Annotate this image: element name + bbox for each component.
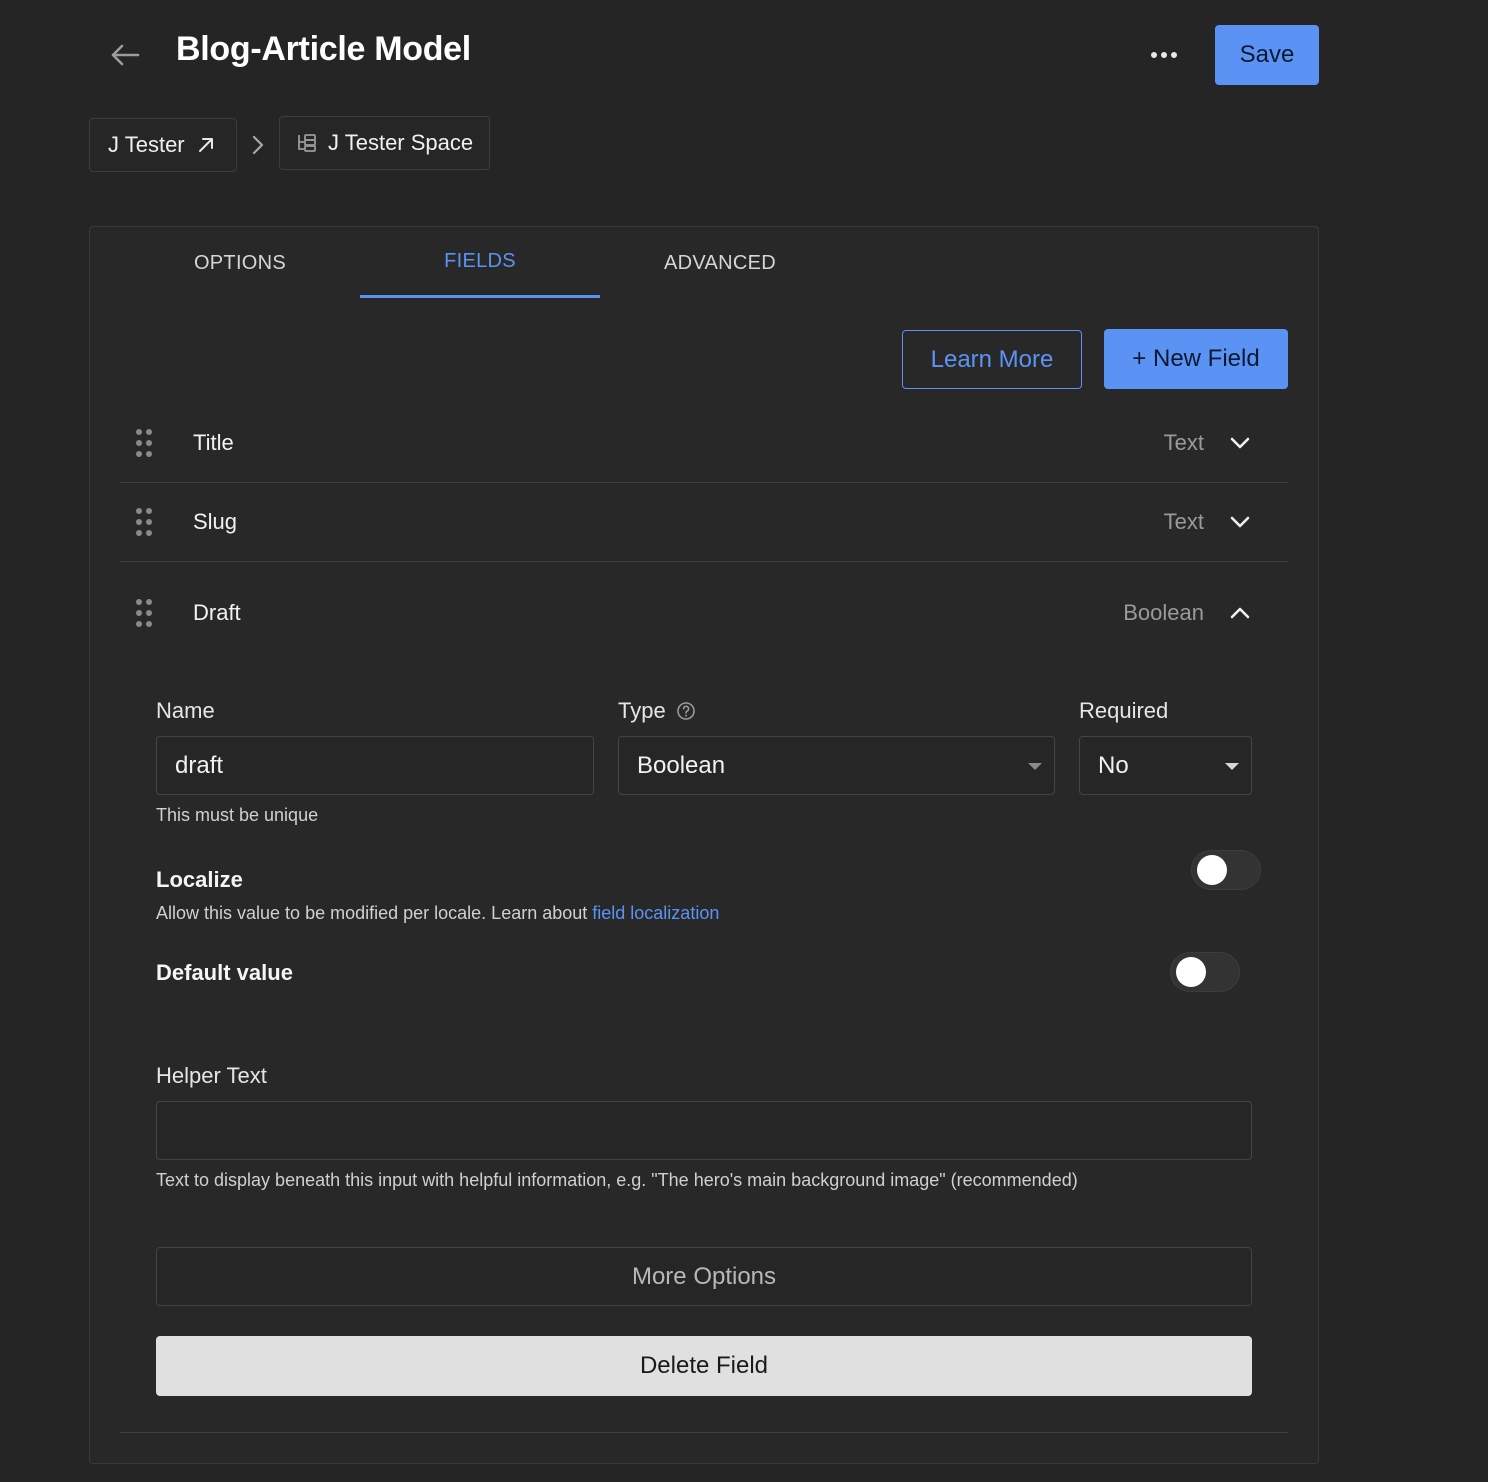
default-value-label: Default value: [156, 960, 293, 985]
helper-text-hint: Text to display beneath this input with …: [156, 1170, 1078, 1190]
save-button[interactable]: Save: [1215, 25, 1319, 85]
external-link-icon: [198, 138, 213, 152]
required-select-value: No: [1098, 751, 1129, 779]
arrow-left-icon: [111, 44, 140, 66]
chevron-down-icon[interactable]: [1228, 431, 1252, 455]
field-row-title[interactable]: Title Text: [120, 404, 1288, 483]
helper-text-label: Helper Text: [156, 1063, 267, 1088]
field-name: Slug: [193, 509, 238, 534]
name-label: Name: [156, 698, 215, 723]
caret-down-icon: [1225, 763, 1239, 770]
tab-options[interactable]: OPTIONS: [120, 228, 360, 298]
chevron-up-icon[interactable]: [1228, 601, 1252, 625]
localize-description-text: Allow this value to be modified per loca…: [156, 903, 593, 923]
localize-description: Allow this value to be modified per loca…: [156, 903, 719, 924]
breadcrumb-org[interactable]: J Tester: [89, 118, 237, 172]
required-select[interactable]: No: [1079, 736, 1252, 795]
toggle-knob: [1197, 855, 1227, 885]
type-select[interactable]: Boolean: [618, 736, 1055, 795]
caret-down-icon: [1028, 763, 1042, 770]
type-label-group: Type: [618, 698, 696, 724]
page-title: Blog-Article Model: [176, 30, 471, 68]
back-button[interactable]: [104, 36, 146, 74]
breadcrumb-space-label: J Tester Space: [328, 130, 474, 155]
field-type: Text: [1163, 430, 1204, 455]
more-options-menu-button[interactable]: [1142, 38, 1186, 72]
name-input[interactable]: [156, 736, 594, 795]
chevron-down-icon[interactable]: [1228, 510, 1252, 534]
breadcrumb-space[interactable]: J Tester Space: [279, 116, 490, 170]
type-select-value: Boolean: [637, 751, 726, 779]
learn-more-button[interactable]: Learn More: [902, 330, 1082, 389]
drag-handle-icon[interactable]: [136, 429, 152, 457]
drag-handle-icon[interactable]: [136, 599, 152, 627]
helper-text-input[interactable]: [156, 1101, 1252, 1160]
toggle-knob: [1176, 957, 1206, 987]
tree-structure-icon: [298, 134, 316, 152]
field-localization-link[interactable]: field localization: [592, 903, 719, 923]
field-name: Draft: [193, 600, 241, 625]
default-value-toggle[interactable]: [1170, 952, 1240, 992]
ellipsis-icon: [1151, 52, 1177, 58]
chevron-right-icon: [246, 130, 270, 160]
field-type: Text: [1163, 509, 1204, 534]
localize-toggle[interactable]: [1191, 850, 1261, 890]
tab-fields[interactable]: FIELDS: [360, 228, 600, 298]
localize-label: Localize: [156, 867, 243, 892]
help-circle-icon[interactable]: [676, 701, 696, 721]
tab-advanced[interactable]: ADVANCED: [600, 228, 840, 298]
name-hint: This must be unique: [156, 805, 319, 825]
field-name: Title: [193, 430, 234, 455]
type-label: Type: [618, 698, 666, 723]
field-row-slug[interactable]: Slug Text: [120, 483, 1288, 562]
delete-field-button[interactable]: Delete Field: [156, 1336, 1252, 1396]
drag-handle-icon[interactable]: [136, 508, 152, 536]
field-row-draft[interactable]: Draft Boolean: [120, 574, 1288, 652]
breadcrumb-org-label: J Tester: [108, 132, 185, 157]
field-type: Boolean: [1123, 600, 1204, 625]
more-options-button[interactable]: More Options: [156, 1247, 1252, 1306]
required-label: Required: [1079, 698, 1169, 723]
new-field-button[interactable]: + New Field: [1104, 329, 1288, 389]
divider: [120, 1432, 1288, 1433]
